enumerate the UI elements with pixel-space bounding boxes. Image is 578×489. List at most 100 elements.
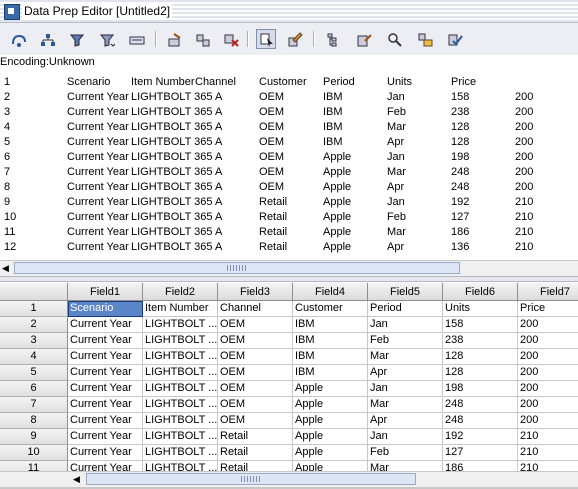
grid-cell[interactable]: Apple bbox=[293, 429, 368, 445]
grid-cell[interactable]: Mar bbox=[368, 397, 443, 413]
grid-cell[interactable]: IBM bbox=[293, 333, 368, 349]
grid-cell[interactable]: Current Year bbox=[68, 461, 143, 471]
grid-cell[interactable]: IBM bbox=[293, 317, 368, 333]
grid-cell[interactable]: OEM bbox=[218, 413, 293, 429]
column-header[interactable]: Field3 bbox=[218, 283, 293, 301]
filter-down-button[interactable] bbox=[96, 29, 116, 49]
row-header[interactable]: 5 bbox=[0, 365, 68, 381]
grid-cell[interactable]: OEM bbox=[218, 365, 293, 381]
row-header[interactable]: 3 bbox=[0, 333, 68, 349]
field-button[interactable] bbox=[126, 29, 146, 49]
grid-cell[interactable]: OEM bbox=[218, 333, 293, 349]
grid-cell[interactable]: LIGHTBOLT ... bbox=[143, 429, 218, 445]
grid-cell[interactable]: Retail bbox=[218, 429, 293, 445]
grid-cell[interactable]: 200 bbox=[518, 381, 578, 397]
grid-cell[interactable]: Price bbox=[518, 301, 578, 317]
grid-cell[interactable]: 158 bbox=[443, 317, 518, 333]
grid-cell[interactable]: 210 bbox=[518, 461, 578, 471]
filter-button[interactable] bbox=[66, 29, 86, 49]
scroll-left-icon[interactable]: ◀ bbox=[73, 474, 83, 484]
grid-cell[interactable]: Apple bbox=[293, 397, 368, 413]
column-header[interactable]: Field7 bbox=[518, 283, 578, 301]
row-header[interactable]: 2 bbox=[0, 317, 68, 333]
edit-button[interactable] bbox=[284, 29, 304, 49]
grid-cell[interactable]: Units bbox=[443, 301, 518, 317]
raw-view-scrollbar[interactable]: ◀ bbox=[0, 260, 578, 276]
grid-cell[interactable]: Current Year bbox=[68, 333, 143, 349]
grid-cell[interactable]: Jan bbox=[368, 381, 443, 397]
grid-corner[interactable] bbox=[0, 283, 68, 301]
grid-cell[interactable]: LIGHTBOLT ... bbox=[143, 333, 218, 349]
grid-cell[interactable]: OEM bbox=[218, 349, 293, 365]
row-header[interactable]: 4 bbox=[0, 349, 68, 365]
split-field-button[interactable] bbox=[192, 29, 212, 49]
grid-cell[interactable]: 248 bbox=[443, 413, 518, 429]
column-header[interactable]: Field4 bbox=[293, 283, 368, 301]
grid-cell[interactable]: 238 bbox=[443, 333, 518, 349]
scroll-thumb[interactable] bbox=[14, 262, 460, 274]
grid-cell[interactable]: Current Year bbox=[68, 317, 143, 333]
grid-cell[interactable]: 200 bbox=[518, 397, 578, 413]
grid-cell[interactable]: 200 bbox=[518, 349, 578, 365]
grid-cell[interactable]: LIGHTBOLT ... bbox=[143, 445, 218, 461]
grid-cell[interactable]: Current Year bbox=[68, 413, 143, 429]
row-header[interactable]: 6 bbox=[0, 381, 68, 397]
row-header[interactable]: 8 bbox=[0, 413, 68, 429]
column-header[interactable]: Field1 bbox=[68, 283, 143, 301]
grid-cell[interactable]: LIGHTBOLT ... bbox=[143, 349, 218, 365]
grid-cell[interactable]: Apple bbox=[293, 381, 368, 397]
grid-cell[interactable]: Jan bbox=[368, 317, 443, 333]
grid-cell[interactable]: OEM bbox=[218, 317, 293, 333]
grid-cell[interactable]: IBM bbox=[293, 365, 368, 381]
grid-cell[interactable]: IBM bbox=[293, 349, 368, 365]
grid-cell[interactable]: 186 bbox=[443, 461, 518, 471]
record-button[interactable] bbox=[8, 29, 28, 49]
row-header[interactable]: 1 bbox=[0, 301, 68, 317]
grid-cell[interactable]: 128 bbox=[443, 349, 518, 365]
grid-cell[interactable]: LIGHTBOLT ... bbox=[143, 381, 218, 397]
grid-cell[interactable]: Apple bbox=[293, 461, 368, 471]
grid-cell[interactable]: Feb bbox=[368, 333, 443, 349]
grid-cell[interactable]: Current Year bbox=[68, 445, 143, 461]
search-button[interactable] bbox=[384, 29, 404, 49]
field-grid[interactable]: Field1 Field2 Field3 Field4 Field5 Field6 Fiel… bbox=[0, 283, 578, 471]
dimension-button[interactable] bbox=[414, 29, 434, 49]
move-field-button[interactable] bbox=[164, 29, 184, 49]
grid-cell[interactable]: 200 bbox=[518, 413, 578, 429]
splitter[interactable] bbox=[0, 276, 578, 282]
properties-button[interactable] bbox=[353, 29, 373, 49]
grid-cell[interactable]: 200 bbox=[518, 365, 578, 381]
grid-cell[interactable]: 200 bbox=[518, 317, 578, 333]
check-button[interactable] bbox=[444, 29, 464, 49]
row-header[interactable]: 11 bbox=[0, 461, 68, 471]
grid-cell[interactable]: Current Year bbox=[68, 365, 143, 381]
scroll-left-icon[interactable]: ◀ bbox=[2, 263, 12, 273]
column-header[interactable]: Field6 bbox=[443, 283, 518, 301]
grid-cell[interactable]: Channel bbox=[218, 301, 293, 317]
grid-cell[interactable]: Apple bbox=[293, 445, 368, 461]
grid-cell[interactable]: OEM bbox=[218, 397, 293, 413]
grid-cell[interactable]: LIGHTBOLT ... bbox=[143, 397, 218, 413]
grid-cell[interactable]: Mar bbox=[368, 349, 443, 365]
column-header[interactable]: Field5 bbox=[368, 283, 443, 301]
hierarchy-button[interactable] bbox=[37, 29, 57, 49]
grid-cell[interactable]: 127 bbox=[443, 445, 518, 461]
grid-cell[interactable]: LIGHTBOLT ... bbox=[143, 317, 218, 333]
grid-cell[interactable]: Feb bbox=[368, 445, 443, 461]
grid-cell[interactable]: Current Year bbox=[68, 397, 143, 413]
grid-cell[interactable]: 128 bbox=[443, 365, 518, 381]
grid-cell[interactable]: Apr bbox=[368, 365, 443, 381]
grid-cell[interactable]: 248 bbox=[443, 397, 518, 413]
raw-data-view[interactable]: 1 Scenario Item Number Channel Customer Perio… bbox=[0, 73, 578, 260]
row-header[interactable]: 7 bbox=[0, 397, 68, 413]
grid-cell[interactable]: Scenario bbox=[68, 301, 143, 317]
grid-cell[interactable]: LIGHTBOLT ... bbox=[143, 413, 218, 429]
grid-cell[interactable]: Item Number bbox=[143, 301, 218, 317]
grid-cell[interactable]: 198 bbox=[443, 381, 518, 397]
select-button[interactable] bbox=[256, 29, 276, 49]
grid-cell[interactable]: LIGHTBOLT ... bbox=[143, 365, 218, 381]
column-header[interactable]: Field2 bbox=[143, 283, 218, 301]
grid-cell[interactable]: 210 bbox=[518, 429, 578, 445]
grid-cell[interactable]: 210 bbox=[518, 445, 578, 461]
grid-cell[interactable]: 200 bbox=[518, 333, 578, 349]
